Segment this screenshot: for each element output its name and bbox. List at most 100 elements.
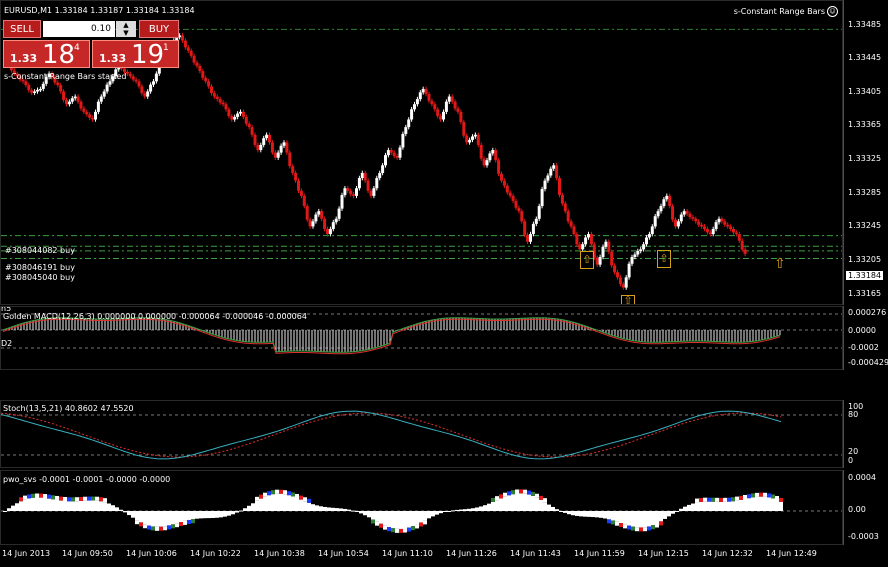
pwo-bar-cap (423, 520, 427, 525)
candle-body (645, 237, 648, 245)
candle-body (520, 211, 524, 222)
candle-body (618, 277, 622, 285)
price-chart-pane[interactable]: EURUSD,M1 1.33184 1.33187 1.33184 1.3318… (0, 0, 843, 305)
pwo-bar (723, 501, 727, 511)
pwo-bar-cap (527, 490, 531, 495)
candle-body (192, 55, 196, 63)
candle-body (128, 73, 132, 77)
pwo-bar (439, 511, 443, 514)
pwo-bar (55, 499, 59, 511)
lot-stepper[interactable]: ▲ ▼ (116, 21, 136, 37)
candle-body (740, 240, 744, 250)
candle-body (581, 244, 585, 250)
pwo-bar (531, 495, 535, 511)
candle-body (146, 91, 150, 97)
order-label-3[interactable]: #308045040 buy (5, 273, 75, 282)
pwo-bar-cap (519, 489, 523, 494)
pwo-pane[interactable]: pwo_svs -0.0001 -0.0001 -0.0000 -0.0000 (0, 470, 843, 545)
price-tick: 1.33405 (848, 87, 882, 96)
pwo-bar (407, 511, 411, 528)
pwo-bar-cap (47, 494, 51, 499)
buy-price-box[interactable]: 1.33 19 1 (92, 40, 179, 69)
sell-price-box[interactable]: 1.33 18 4 (3, 40, 90, 69)
stepper-down-icon[interactable]: ▼ (116, 29, 136, 37)
pwo-bar (243, 508, 247, 511)
pwo-bar (655, 511, 659, 524)
candle-body (482, 158, 486, 166)
indicator-name: s-Constant Range Bars (733, 7, 825, 16)
candle-body (56, 82, 60, 86)
candle-body (688, 213, 692, 218)
pwo-tick: 0.00 (848, 505, 866, 514)
pwo-axis[interactable]: 0.0004 0.00 -0.0003 (843, 470, 888, 545)
pwo-bar-cap (75, 497, 79, 502)
order-label-2[interactable]: #308046191 buy (5, 263, 75, 272)
candle-body (343, 188, 347, 196)
pwo-bar (631, 511, 635, 527)
candle-body (589, 234, 593, 245)
time-tick: 14 Jun 11:26 (446, 549, 497, 558)
pwo-bar-cap (707, 497, 711, 502)
candle-body (674, 219, 677, 227)
pwo-bar-cap (279, 489, 283, 494)
pwo-bar (423, 511, 427, 521)
pwo-bar (639, 511, 643, 528)
pwo-bar-cap (715, 497, 719, 502)
stoch-axis[interactable]: 100 80 20 0 (843, 400, 888, 468)
candle-body (378, 172, 382, 179)
pwo-bar (239, 510, 243, 512)
order-label-1[interactable]: #308044082 buy (5, 246, 75, 255)
candle-body (737, 234, 741, 241)
pwo-bar-cap (263, 492, 267, 497)
candle-body (372, 188, 376, 196)
pwo-bar (695, 502, 699, 511)
pwo-bar-cap (259, 494, 263, 499)
candle-body (334, 218, 338, 223)
pwo-bar (163, 511, 167, 527)
candle-body (299, 190, 303, 196)
time-axis[interactable]: 14 Jun 2013 14 Jun 09:50 14 Jun 10:06 14… (0, 545, 888, 567)
buy-button[interactable]: BUY (139, 20, 179, 38)
candle-body (204, 77, 208, 82)
pwo-bar-cap (523, 489, 527, 494)
candle-body (288, 152, 292, 167)
pwo-bar (499, 498, 503, 511)
macd-tick: -0.000429 (848, 358, 888, 367)
time-tick: 14 Jun 11:10 (382, 549, 433, 558)
macd-axis[interactable]: 0.000276 0.0000 -0.0002 -0.000429 (843, 306, 888, 370)
stoch-tick: 0 (848, 456, 854, 465)
pwo-bar (27, 498, 31, 511)
candle-body (227, 109, 231, 117)
smiley-icon[interactable]: ☺ (827, 6, 838, 17)
pwo-bar-cap (763, 492, 767, 497)
pwo-bar (311, 504, 315, 511)
pwo-bar (255, 500, 259, 511)
pwo-bar-cap (775, 495, 779, 500)
time-tick: 14 Jun 09:50 (62, 549, 113, 558)
stochastic-pane[interactable]: Stoch(13,5,21) 40.8602 47.5520 (0, 400, 843, 468)
candle-body (389, 150, 393, 153)
candle-body (297, 180, 300, 191)
macd-tick: 0.000276 (848, 308, 887, 317)
candle-body (653, 216, 657, 227)
candle-body (621, 284, 625, 288)
pwo-bar (39, 497, 43, 511)
pwo-bar (199, 511, 203, 519)
sell-button[interactable]: SELL (3, 20, 41, 38)
pwo-bar (575, 511, 579, 516)
candle-body (630, 256, 634, 264)
candle-body (33, 91, 37, 93)
pwo-bar (707, 501, 711, 511)
pwo-bar (131, 511, 135, 518)
macd-pane[interactable]: n5 Golden MACD(12,26,3) 0.000000 0.00000… (0, 306, 843, 370)
pwo-bar (727, 501, 731, 511)
pwo-bar (547, 504, 551, 511)
stoch-signal-line (1, 412, 782, 458)
price-axis[interactable]: 1.33485 1.33445 1.33405 1.33365 1.33325 … (843, 0, 888, 305)
candle-body (453, 101, 457, 109)
candle-body (36, 89, 39, 92)
pwo-bar-cap (83, 496, 87, 501)
stepper-up-icon[interactable]: ▲ (116, 21, 136, 29)
lot-size-input[interactable]: 0.10 (43, 21, 115, 37)
pwo-bar (659, 511, 663, 522)
